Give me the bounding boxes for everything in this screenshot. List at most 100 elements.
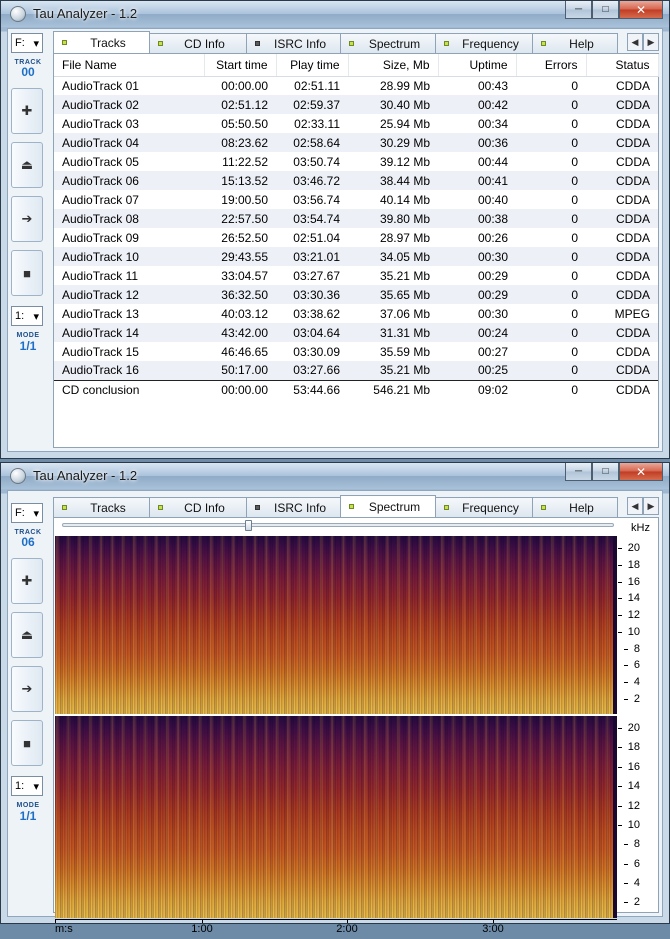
close-button[interactable]: ✕: [619, 463, 663, 481]
table-cell: 39.12 Mb: [379, 154, 430, 169]
table-cell: 34.05 Mb: [348, 247, 438, 266]
chevron-right-icon[interactable]: ▶: [643, 497, 659, 515]
chevron-right-icon[interactable]: ▶: [643, 33, 659, 51]
axis-unit-label: m:s: [55, 923, 73, 935]
table-cell: 31.31 Mb: [348, 323, 438, 342]
status-led-icon: [62, 505, 67, 510]
close-button[interactable]: ✕: [619, 1, 663, 19]
drive-select[interactable]: F: ▾: [11, 503, 43, 523]
table-cell: 03:50.74: [293, 154, 340, 169]
tab-label: Help: [569, 500, 594, 515]
mode-label: MODE: [16, 802, 40, 809]
table-row[interactable]: AudioTrack 13 40:03.12 03:38.62 37.06 Mb 00:…: [54, 304, 658, 323]
tab-tracks[interactable]: Tracks: [53, 497, 150, 517]
column-header[interactable]: Status: [586, 54, 659, 77]
table-row[interactable]: AudioTrack 01 00:00.00 02:51.11 28.99 Mb 00:…: [54, 76, 658, 95]
title-bar[interactable]: Tau Analyzer - 1.2 ─ □ ✕: [1, 463, 669, 489]
column-header[interactable]: Play time: [276, 54, 349, 77]
table-cell: 00:42: [438, 95, 516, 114]
table-row[interactable]: AudioTrack 03 05:50.50 02:33.11 25.94 Mb 00:…: [54, 114, 658, 133]
tab-isrc-info[interactable]: ISRC Info: [246, 497, 341, 517]
table-row[interactable]: AudioTrack 02 02:51.12 02:59.37 30.40 Mb 00:…: [54, 95, 658, 114]
tab-frequency[interactable]: Frequency: [435, 497, 533, 517]
tab-help[interactable]: Help: [532, 33, 618, 53]
status-led-icon: [541, 505, 546, 510]
tab-cd-info[interactable]: CD Info: [149, 497, 247, 517]
minimize-button[interactable]: ─: [565, 1, 592, 19]
table-cell: 05:50.50: [221, 116, 268, 131]
tab-label: Spectrum: [368, 499, 421, 514]
table-cell: 36:32.50: [204, 285, 276, 304]
time-tick-label: 2:00: [336, 923, 358, 935]
table-cell: AudioTrack 06: [54, 171, 204, 190]
column-header[interactable]: File Name: [54, 54, 205, 77]
table-row[interactable]: AudioTrack 15 46:46.65 03:30.09 35.59 Mb 00:…: [54, 342, 658, 361]
status-led-icon: [158, 505, 163, 510]
table-row[interactable]: AudioTrack 10 29:43.55 03:21.01 34.05 Mb 00:…: [54, 247, 658, 266]
next-button[interactable]: ➔: [11, 666, 43, 712]
table-row[interactable]: AudioTrack 09 26:52.50 02:51.04 28.97 Mb 00:…: [54, 228, 658, 247]
tab-isrc-info[interactable]: ISRC Info: [246, 33, 341, 53]
tab-help[interactable]: Help: [532, 497, 618, 517]
column-header[interactable]: Size, Mb: [348, 54, 439, 77]
table-row[interactable]: AudioTrack 12 36:32.50 03:30.36 35.65 Mb 00:…: [54, 285, 658, 304]
table-cell: CDDA: [586, 361, 658, 380]
spectrogram-channel-left: [55, 536, 617, 714]
frequency-tick: 14: [618, 781, 640, 792]
column-header[interactable]: Start time: [204, 54, 277, 77]
maximize-button[interactable]: □: [592, 463, 619, 481]
title-bar[interactable]: Tau Analyzer - 1.2 ─ □ ✕: [1, 1, 669, 27]
chevron-left-icon[interactable]: ◀: [627, 497, 643, 515]
column-header[interactable]: Uptime: [438, 54, 517, 77]
minimize-button[interactable]: ─: [565, 463, 592, 481]
tab-tracks[interactable]: Tracks: [53, 31, 150, 53]
position-slider[interactable]: [62, 520, 614, 531]
tab-spectrum[interactable]: Spectrum: [340, 33, 436, 53]
table-cell: CDDA: [586, 323, 658, 342]
column-header[interactable]: Errors: [516, 54, 587, 77]
stop-icon: ■: [23, 735, 31, 751]
add-button[interactable]: ✚: [11, 558, 43, 604]
table-cell: AudioTrack 16: [54, 361, 204, 380]
frequency-axis-top: 20 18 16 14 12 10 8 6 4 2: [610, 536, 640, 714]
chevron-left-icon[interactable]: ◀: [627, 33, 643, 51]
drive-select[interactable]: F: ▾: [11, 33, 43, 53]
table-cell: 30.40 Mb: [348, 95, 438, 114]
table-row[interactable]: AudioTrack 06 15:13.52 03:46.72 38.44 Mb 00:…: [54, 171, 658, 190]
tab-cd-info[interactable]: CD Info: [149, 33, 247, 53]
table-row[interactable]: AudioTrack 07 19:00.50 03:56.74 40.14 Mb 00:…: [54, 190, 658, 209]
table-cell: 0: [516, 95, 586, 114]
table-row[interactable]: AudioTrack 05 11:22.52 03:50.74 39.12 Mb 00:…: [54, 152, 658, 171]
tab-spectrum[interactable]: Spectrum: [340, 495, 436, 517]
eject-button[interactable]: ⏏: [11, 612, 43, 658]
table-row[interactable]: AudioTrack 14 43:42.00 03:04.64 31.31 Mb 00:…: [54, 323, 658, 342]
mode-select-value: 1:: [15, 780, 25, 792]
mode-select[interactable]: 1: ▾: [11, 776, 43, 796]
stop-button[interactable]: ■: [11, 720, 43, 766]
table-row[interactable]: AudioTrack 16 50:17.00 03:27.66 35.21 Mb 00:…: [54, 361, 658, 380]
slider-thumb[interactable]: [245, 520, 252, 531]
khz-label: kHz: [631, 522, 650, 534]
table-row[interactable]: AudioTrack 11 33:04.57 03:27.67 35.21 Mb 00:…: [54, 266, 658, 285]
stop-button[interactable]: ■: [11, 250, 43, 296]
frequency-tick: 16: [618, 761, 640, 773]
mode-select-value: 1:: [15, 310, 25, 322]
table-row[interactable]: AudioTrack 04 08:23.62 02:58.64 30.29 Mb 00:…: [54, 133, 658, 152]
table-row[interactable]: AudioTrack 08 22:57.50 03:54.74 39.80 Mb 00:…: [54, 209, 658, 228]
table-cell: 02:51.04: [293, 230, 340, 245]
table-cell: 02:59.37: [276, 95, 348, 114]
mode-select[interactable]: 1: ▾: [11, 306, 43, 326]
table-cell: 29:43.55: [204, 247, 276, 266]
spectrum-panel: kHz 20 18 16 14 12 10 8 6 4 2 20 18 16 14 12 10 8 6 4 2 m:…: [53, 517, 659, 935]
status-led-icon: [255, 505, 260, 510]
add-button[interactable]: ✚: [11, 88, 43, 134]
tab-frequency[interactable]: Frequency: [435, 33, 533, 53]
tracks-table: File Name Start time Play time Size, Mb …: [54, 54, 659, 400]
table-cell: 0: [516, 323, 586, 342]
table-cell: 00:30: [477, 306, 508, 321]
tab-label: Spectrum: [368, 36, 421, 51]
next-button[interactable]: ➔: [11, 196, 43, 242]
maximize-button[interactable]: □: [592, 1, 619, 19]
table-cell: 03:56.74: [293, 192, 340, 207]
eject-button[interactable]: ⏏: [11, 142, 43, 188]
